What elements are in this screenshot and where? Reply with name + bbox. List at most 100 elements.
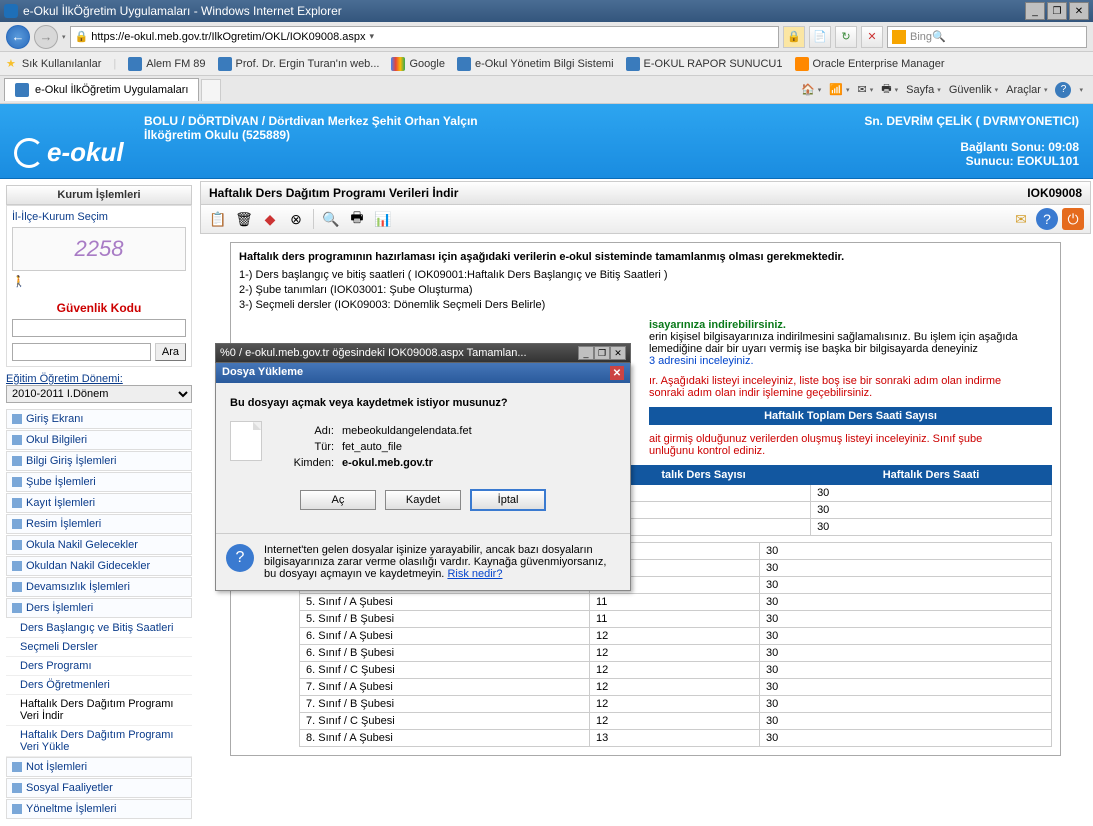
sidebar-item2-2[interactable]: Yöneltme İşlemleri (6, 799, 192, 819)
sidebar-item-0[interactable]: Giriş Ekranı (6, 409, 192, 429)
sidebar-item-7[interactable]: Okuldan Nakil Gidecekler (6, 556, 192, 576)
sidebar-item-9[interactable]: Ders İşlemleri (6, 598, 192, 618)
fav-alem[interactable]: Alem FM 89 (128, 57, 205, 71)
tool-save[interactable]: ◆ (259, 208, 281, 230)
term-select[interactable]: 2010-2011 I.Dönem (6, 385, 192, 403)
user-name: Sn. DEVRİM ÇELİK ( DVRMYONETICI) (864, 114, 1079, 128)
search-button[interactable]: Ara (155, 343, 186, 361)
sidebar-item-3[interactable]: Şube İşlemleri (6, 472, 192, 492)
dialog-title: Dosya Yükleme (222, 366, 303, 380)
sidebar-sub-1[interactable]: Seçmeli Dersler (6, 638, 192, 657)
sidebar-sub-4[interactable]: Haftalık Ders Dağıtım Programı Veri İndi… (6, 695, 192, 726)
sidebar-sub-5[interactable]: Haftalık Ders Dağıtım Programı Veri Yükl… (6, 726, 192, 757)
cancel-button[interactable]: İptal (470, 489, 546, 511)
sidebar-item-2[interactable]: Bilgi Giriş İşlemleri (6, 451, 192, 471)
fav-rapor[interactable]: E-OKUL RAPOR SUNUCU1 (626, 57, 783, 71)
ie-icon (4, 4, 18, 18)
page-menu[interactable]: Sayfa▾ (906, 84, 941, 96)
captcha-image: 2258 (12, 227, 186, 271)
file-type: fet_auto_file (342, 441, 402, 453)
address-bar[interactable]: 🔒 https://e-okul.meb.gov.tr/IlkOgretim/O… (70, 26, 779, 48)
close-button[interactable]: ✕ (1069, 2, 1089, 20)
sidebar-item-5[interactable]: Resim İşlemleri (6, 514, 192, 534)
risk-link[interactable]: Risk nedir? (447, 568, 502, 580)
tool-print[interactable]: 🖶 (346, 208, 368, 230)
safety-menu[interactable]: Güvenlik▾ (949, 84, 998, 96)
table-row: 7. Sınıf / A Şubesi1230 (300, 679, 1052, 696)
sidebar-item-6[interactable]: Okula Nakil Gelecekler (6, 535, 192, 555)
save-button[interactable]: Kaydet (385, 490, 461, 510)
search-go[interactable]: 🔍 (932, 30, 946, 43)
captcha-input[interactable] (12, 319, 186, 337)
favorites-bar: ★Sık Kullanılanlar | Alem FM 89 Prof. Dr… (0, 52, 1093, 76)
maximize-button[interactable]: ❐ (1047, 2, 1067, 20)
accessibility-icon: 🚶 (12, 275, 30, 297)
from-label: Kimden: (274, 457, 334, 469)
search-box[interactable]: Bing 🔍 (887, 26, 1087, 48)
forward-button[interactable]: → (34, 25, 58, 49)
open-button[interactable]: Aç (300, 490, 376, 510)
home-button[interactable]: 🏠▾ (801, 83, 821, 96)
security-label: Güvenlik Kodu (12, 301, 186, 315)
stop-button[interactable]: ✕ (861, 26, 883, 48)
sidebar-item2-1[interactable]: Sosyal Faaliyetler (6, 778, 192, 798)
dialog-warning: ? Internet'ten gelen dosyalar işinize ya… (216, 533, 630, 590)
search-input[interactable] (12, 343, 151, 361)
sidebar-item-1[interactable]: Okul Bilgileri (6, 430, 192, 450)
ssl-button[interactable]: 🔒 (783, 26, 805, 48)
back-button[interactable]: ← (6, 25, 30, 49)
minimize-button[interactable]: _ (1025, 2, 1045, 20)
warning-icon: ? (226, 544, 254, 572)
tool-help[interactable]: ? (1036, 208, 1058, 230)
fav-sik[interactable]: ★Sık Kullanılanlar (6, 57, 101, 70)
tab-label: e-Okul İlkÖğretim Uygulamaları (35, 84, 188, 96)
tool-logout[interactable]: ⏻ (1062, 208, 1084, 230)
tool-new[interactable]: 📋 (207, 208, 229, 230)
refresh-button[interactable]: ↻ (835, 26, 857, 48)
dialog-close-button[interactable]: ✕ (610, 366, 624, 380)
table-row: 6. Sınıf / C Şubesi1230 (300, 662, 1052, 679)
print-button[interactable]: 🖶▾ (881, 80, 898, 99)
intro-text: Haftalık ders programının hazırlaması iç… (239, 251, 1052, 263)
progress-max[interactable]: ❐ (594, 346, 610, 360)
sidebar-item-8[interactable]: Devamsızlık İşlemleri (6, 577, 192, 597)
connection-time: Bağlantı Sonu: 09:08 (864, 140, 1079, 154)
tool-cancel[interactable]: ⊗ (285, 208, 307, 230)
nav-bar: ← → ▾ 🔒 https://e-okul.meb.gov.tr/IlkOgr… (0, 22, 1093, 52)
sidebar-item-4[interactable]: Kayıt İşlemleri (6, 493, 192, 513)
app-header: e-okul BOLU / DÖRTDİVAN / Dörtdivan Merk… (0, 104, 1093, 179)
mail-button[interactable]: ✉▾ (858, 83, 874, 96)
tab-icon (15, 83, 29, 97)
tab-active[interactable]: e-Okul İlkÖğretim Uygulamaları (4, 78, 199, 101)
red-t1: ait girmiş olduğunuz verilerden oluşmuş … (649, 433, 1052, 445)
tools-menu[interactable]: Araçlar▾ (1006, 84, 1047, 96)
feeds-button[interactable]: 📶▾ (829, 83, 849, 96)
logo: e-okul (14, 114, 144, 168)
fav-eokul[interactable]: e-Okul Yönetim Bilgi Sistemi (457, 57, 614, 71)
history-caret[interactable]: ▾ (62, 33, 66, 41)
para1a: erin kişisel bilgisayarınıza indirilmesi… (649, 331, 1052, 343)
download-dialog: Dosya Yükleme ✕ Bu dosyayı açmak veya ka… (215, 363, 631, 591)
il-ilce-link[interactable]: İl-İlçe-Kurum Seçim (12, 211, 186, 223)
sidebar-sub-3[interactable]: Ders Öğretmenleri (6, 676, 192, 695)
tool-delete[interactable]: 🗑 (233, 208, 255, 230)
green-heading: isayarınıza indirebilirsiniz. (649, 319, 1052, 331)
progress-close[interactable]: ✕ (610, 346, 626, 360)
progress-min[interactable]: _ (578, 346, 594, 360)
addr-caret[interactable]: ▾ (366, 31, 379, 42)
tool-export[interactable]: 📊 (372, 208, 394, 230)
warning-text: Internet'ten gelen dosyalar işinize yara… (264, 544, 606, 580)
compat-button[interactable]: 📄 (809, 26, 831, 48)
new-tab-button[interactable] (201, 79, 221, 101)
sidebar-sub-2[interactable]: Ders Programı (6, 657, 192, 676)
fav-oracle[interactable]: Oracle Enterprise Manager (795, 57, 945, 71)
fav-turan[interactable]: Prof. Dr. Ergin Turan'ın web... (218, 57, 380, 71)
dialog-title-bar: Dosya Yükleme ✕ (216, 363, 630, 383)
tool-search[interactable]: 🔍 (320, 208, 342, 230)
term-label: Eğitim Öğretim Dönemi: (6, 373, 192, 385)
sidebar-sub-0[interactable]: Ders Başlangıç ve Bitiş Saatleri (6, 619, 192, 638)
tool-mail[interactable]: ✉ (1010, 208, 1032, 230)
help-button[interactable]: ? (1055, 82, 1071, 98)
sidebar-item2-0[interactable]: Not İşlemleri (6, 757, 192, 777)
fav-google[interactable]: Google (391, 57, 444, 71)
